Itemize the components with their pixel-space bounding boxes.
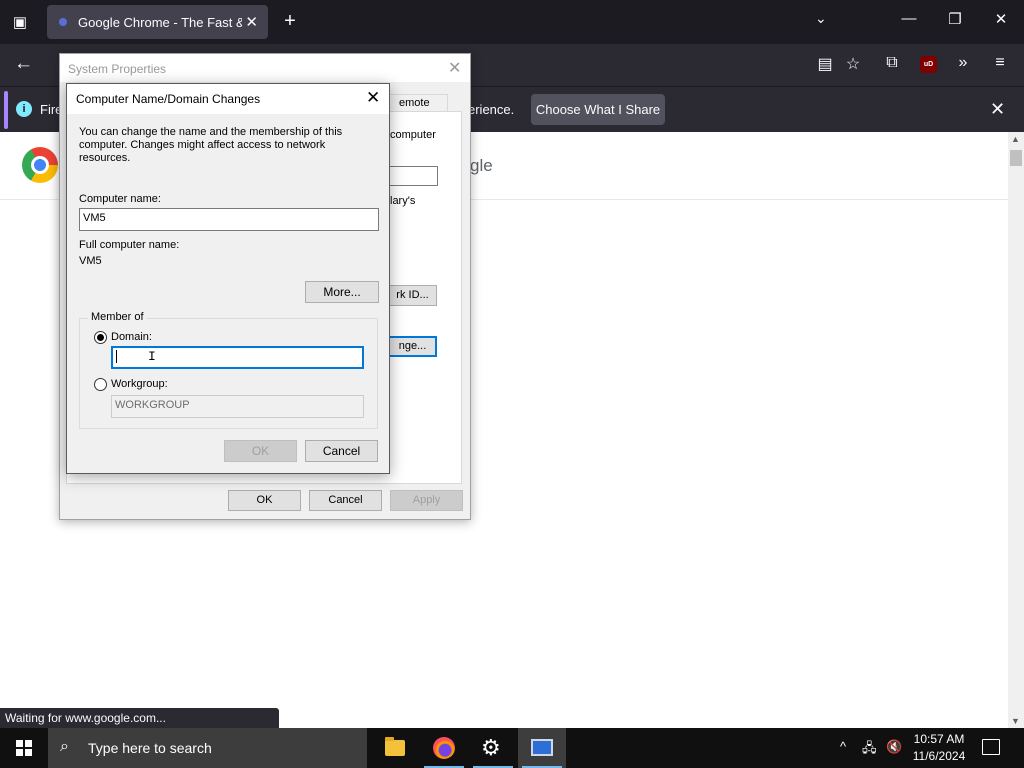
notification-text-right: erience. [468,102,515,117]
list-all-tabs-icon[interactable]: ⌄ [815,10,827,27]
computer-name-label: Computer name: [79,193,161,205]
system-properties-title: System Properties [68,62,167,76]
domain-radio[interactable] [94,331,107,344]
back-arrow-icon[interactable]: ← [14,53,33,75]
bookmark-star-icon[interactable]: ☆ [842,54,864,74]
clock-date: 11/6/2024 [912,749,966,763]
computer-icon [531,739,553,756]
taskbar-search-box[interactable]: ⌕ Type here to search [48,728,367,768]
clock-time: 10:57 AM [913,732,965,746]
more-button[interactable]: More... [305,281,379,303]
workgroup-input[interactable]: WORKGROUP [111,395,364,418]
scroll-up-icon[interactable]: ▲ [1011,134,1020,144]
taskbar-system-properties[interactable] [518,728,566,768]
windows-taskbar: ⌕ Type here to search ⚙ ^ 🖧 🔇 10:57 AM 1… [0,728,1024,768]
hamburger-menu-icon[interactable]: ≡ [989,54,1011,72]
ibeam-cursor-icon: I [148,349,156,364]
computer-description-field[interactable] [388,166,438,186]
full-computer-name-value: VM5 [79,255,102,267]
dialog-title: Computer Name/Domain Changes [76,92,261,106]
computer-name-dialog: Computer Name/Domain Changes ✕ You can c… [66,83,390,474]
dialog-close-icon[interactable]: ✕ [366,88,380,108]
extensions-puzzle-icon[interactable]: ⧉ [881,54,903,72]
full-computer-name-label: Full computer name: [79,239,180,251]
start-button[interactable] [0,728,48,768]
maximize-button[interactable]: ❐ [945,10,965,28]
taskbar-settings[interactable]: ⚙ [469,728,517,768]
ublock-origin-icon[interactable]: uD [920,56,937,73]
domain-input[interactable]: I [111,346,364,369]
notification-accent [4,91,8,129]
windows-logo-icon [16,740,32,756]
chrome-logo-icon[interactable] [22,147,58,183]
taskbar-firefox[interactable] [420,728,468,768]
dialog-ok-button[interactable]: OK [224,440,297,462]
panel-text-computer: computer [390,129,436,141]
taskbar-file-explorer[interactable] [371,728,419,768]
info-icon: i [16,101,32,117]
tab-remote[interactable]: emote [388,94,448,112]
system-properties-titlebar[interactable]: System Properties ✕ [60,54,470,82]
domain-label: Domain: [111,331,152,343]
folder-icon [385,737,405,756]
member-of-label: Member of [88,311,147,323]
panel-text-lary: lary's [390,195,416,207]
scroll-thumb[interactable] [1010,150,1022,166]
close-window-button[interactable]: ✕ [991,10,1011,28]
search-placeholder: Type here to search [88,740,212,756]
text-caret [116,350,117,363]
tab-list-icon[interactable]: ▣ [8,11,32,33]
notification-center-icon[interactable] [982,739,1000,755]
google-text: gle [470,156,493,175]
sysprop-ok-button[interactable]: OK [228,490,301,511]
dialog-cancel-button[interactable]: Cancel [305,440,378,462]
browser-tab-strip: ▣ Google Chrome - The Fast & Se ✕ + ⌄ — … [0,0,1024,44]
tab-close-icon[interactable]: ✕ [245,13,258,31]
status-text: Waiting for www.google.com... [0,708,279,728]
choose-what-i-share-button[interactable]: Choose What I Share [531,94,665,125]
page-scrollbar[interactable]: ▲ ▼ [1008,132,1024,728]
tab-google-chrome[interactable]: Google Chrome - The Fast & Se ✕ [47,5,268,39]
system-properties-close-icon[interactable]: ✕ [448,58,461,78]
network-id-button[interactable]: rk ID... [388,285,437,306]
search-icon: ⌕ [60,738,69,755]
reader-view-icon[interactable]: ▤ [814,54,836,74]
member-of-group: Member of Domain: I Workgroup: WORKGROUP [79,311,378,429]
sysprop-apply-button[interactable]: Apply [390,490,463,511]
network-icon[interactable]: 🖧 [862,739,877,761]
overflow-chevrons-icon[interactable]: » [952,54,974,72]
change-button[interactable]: nge... [388,336,437,357]
computer-name-input[interactable]: VM5 [79,208,379,231]
gear-icon: ⚙ [481,735,501,760]
tab-favicon-icon [59,18,67,26]
workgroup-label: Workgroup: [111,378,168,390]
clock[interactable]: 10:57 AM 11/6/2024 [908,731,970,765]
workgroup-radio[interactable] [94,378,107,391]
scroll-down-icon[interactable]: ▼ [1011,716,1020,726]
dialog-titlebar[interactable]: Computer Name/Domain Changes ✕ [67,84,389,114]
sysprop-cancel-button[interactable]: Cancel [309,490,382,511]
notification-close-icon[interactable]: ✕ [990,99,1005,120]
new-tab-button[interactable]: + [280,10,300,34]
tab-title: Google Chrome - The Fast & Se [78,15,242,30]
dialog-description: You can change the name and the membersh… [79,126,343,164]
volume-muted-icon[interactable]: 🔇 [886,739,902,755]
tray-chevron-icon[interactable]: ^ [840,739,846,754]
minimize-button[interactable]: — [899,10,919,27]
firefox-icon [433,737,455,759]
